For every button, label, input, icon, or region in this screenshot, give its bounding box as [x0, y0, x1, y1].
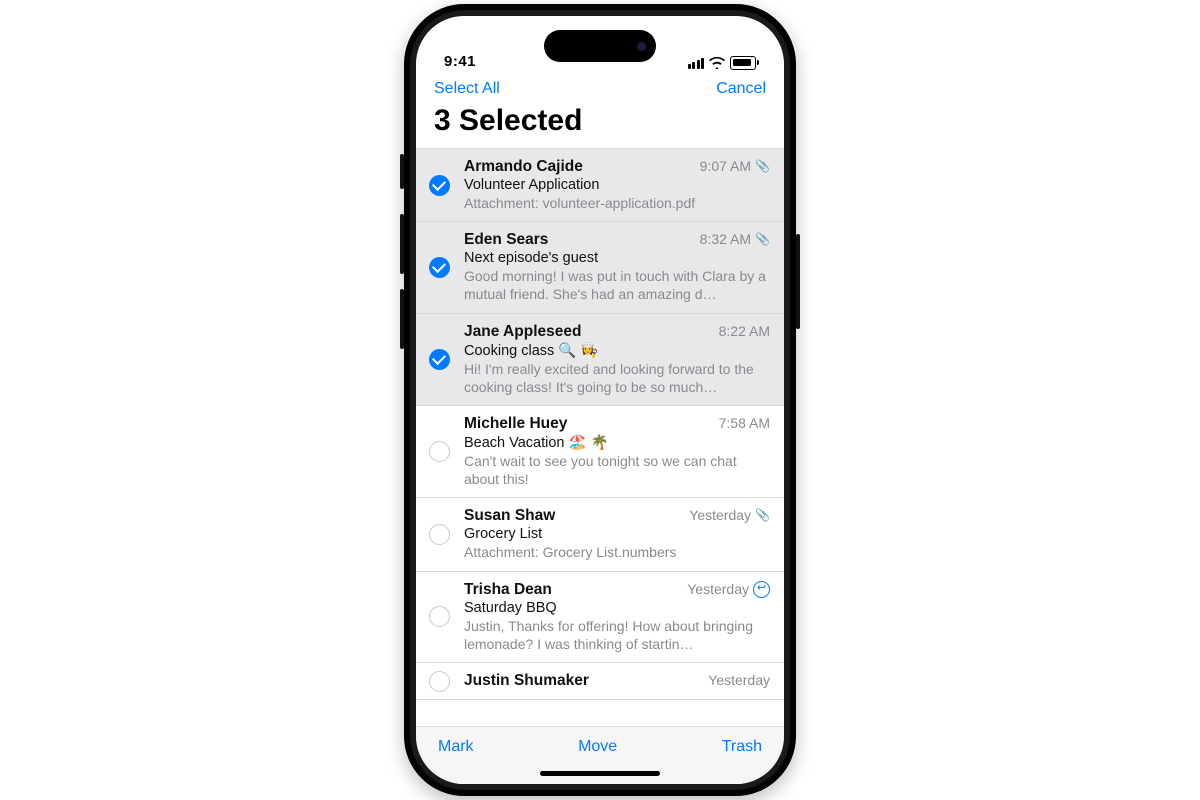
preview-label: Good morning! I was put in touch with Cl… [464, 267, 770, 303]
dynamic-island [544, 30, 656, 62]
subject-label: Grocery List [464, 526, 770, 542]
preview-label: Can't wait to see you tonight so we can … [464, 452, 770, 488]
camera-icon [637, 42, 646, 51]
preview-label: Attachment: volunteer-application.pdf [464, 194, 770, 212]
sender-label: Trisha Dean [464, 581, 687, 599]
sender-label: Jane Appleseed [464, 323, 719, 341]
time-label: Yesterday [689, 507, 751, 523]
subject-label: Volunteer Application [464, 177, 770, 193]
mark-button[interactable]: Mark [438, 738, 474, 756]
volume-up-button [400, 214, 404, 274]
subject-label: Saturday BBQ [464, 600, 770, 616]
message-list[interactable]: Armando Cajide9:07 AM 📎 Volunteer Applica… [416, 148, 784, 726]
status-time: 9:41 [444, 53, 476, 70]
selection-checkbox[interactable] [429, 441, 450, 462]
subject-label: Beach Vacation 🏖️ 🌴 [464, 434, 770, 451]
message-row[interactable]: Armando Cajide9:07 AM 📎 Volunteer Applica… [416, 148, 784, 222]
attachment-icon: 📎 [755, 508, 770, 522]
cancel-button[interactable]: Cancel [716, 80, 766, 98]
sender-label: Armando Cajide [464, 158, 700, 176]
selection-checkbox[interactable] [429, 671, 450, 692]
volume-down-button [400, 289, 404, 349]
selection-checkbox[interactable] [429, 524, 450, 545]
sender-label: Susan Shaw [464, 507, 689, 525]
battery-icon [730, 56, 756, 70]
message-row[interactable]: Justin ShumakerYesterday [416, 663, 784, 700]
time-label: Yesterday [687, 581, 749, 597]
select-all-button[interactable]: Select All [434, 80, 500, 98]
move-button[interactable]: Move [578, 738, 617, 756]
message-row[interactable]: Michelle Huey7:58 AM Beach Vacation 🏖️ 🌴C… [416, 406, 784, 498]
selection-checkbox[interactable] [429, 606, 450, 627]
selection-checkbox[interactable] [429, 175, 450, 196]
time-label: 9:07 AM [700, 158, 751, 174]
subject-label: Cooking class 🔍 👩‍🍳 [464, 342, 770, 359]
phone-frame: 9:41 Select All Cancel 3 Selected Armand… [404, 4, 796, 796]
time-label: Yesterday [708, 672, 770, 688]
sender-label: Michelle Huey [464, 415, 719, 433]
selection-checkbox[interactable] [429, 257, 450, 278]
message-row[interactable]: Eden Sears8:32 AM 📎 Next episode's guestG… [416, 222, 784, 313]
message-row[interactable]: Susan ShawYesterday 📎 Grocery ListAttachm… [416, 498, 784, 571]
side-button [796, 234, 800, 329]
preview-label: Justin, Thanks for offering! How about b… [464, 617, 770, 653]
trash-button[interactable]: Trash [722, 738, 762, 756]
sender-label: Justin Shumaker [464, 672, 708, 690]
reply-icon: ↩ [753, 581, 770, 598]
message-row[interactable]: Jane Appleseed8:22 AM Cooking class 🔍 👩‍🍳… [416, 314, 784, 406]
subject-label: Next episode's guest [464, 250, 770, 266]
preview-label: Attachment: Grocery List.numbers [464, 543, 770, 561]
preview-label: Hi! I'm really excited and looking forwa… [464, 360, 770, 396]
nav-bar: Select All Cancel [416, 74, 784, 100]
time-label: 8:22 AM [719, 323, 770, 339]
time-label: 8:32 AM [700, 231, 751, 247]
bottom-toolbar: Mark Move Trash [416, 726, 784, 762]
message-row[interactable]: Trisha DeanYesterday↩ Saturday BBQJustin,… [416, 572, 784, 664]
wifi-icon [709, 57, 725, 71]
attachment-icon: 📎 [755, 232, 770, 246]
home-indicator-area [416, 762, 784, 784]
silent-switch [400, 154, 404, 189]
cellular-icon [688, 58, 705, 69]
page-title: 3 Selected [416, 100, 784, 148]
attachment-icon: 📎 [755, 159, 770, 173]
selection-checkbox[interactable] [429, 349, 450, 370]
home-indicator[interactable] [540, 771, 660, 776]
time-label: 7:58 AM [719, 415, 770, 431]
screen: 9:41 Select All Cancel 3 Selected Armand… [416, 16, 784, 784]
sender-label: Eden Sears [464, 231, 700, 249]
